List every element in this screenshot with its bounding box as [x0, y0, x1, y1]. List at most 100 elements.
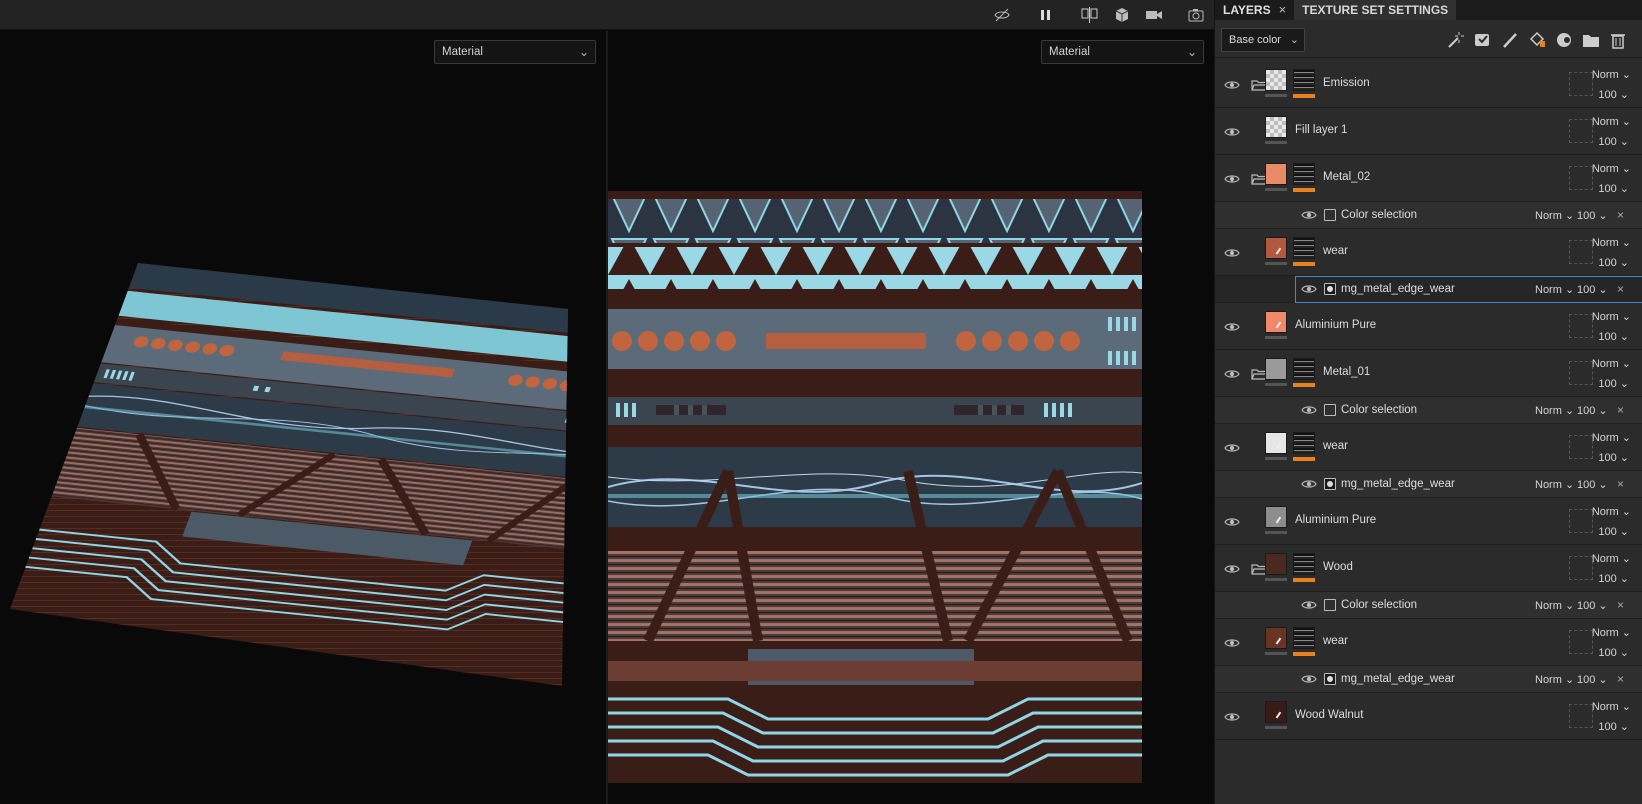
opacity-dropdown[interactable]: 100 ⌄: [1598, 256, 1629, 269]
layer-row[interactable]: Metal_02 Norm ⌄ 100 ⌄: [1215, 155, 1642, 202]
layer-name[interactable]: Aluminium Pure: [1295, 319, 1376, 331]
layer-row[interactable]: Wood Walnut Norm ⌄ 100 ⌄: [1215, 693, 1642, 740]
layer-material-thumbnail[interactable]: [1265, 237, 1287, 259]
blend-mode-dropdown[interactable]: Norm ⌄: [1535, 673, 1574, 686]
opacity-dropdown[interactable]: 100 ⌄: [1577, 478, 1608, 491]
layer-name[interactable]: Wood: [1323, 561, 1353, 573]
layer-mask-thumbnail[interactable]: [1293, 69, 1315, 91]
layer-name[interactable]: Fill layer 1: [1295, 124, 1347, 136]
blend-mode-dropdown[interactable]: Norm ⌄: [1592, 552, 1631, 565]
layer-mask-thumbnail[interactable]: [1293, 553, 1315, 575]
layer-mask-slot[interactable]: [1569, 240, 1593, 264]
layer-material-thumbnail[interactable]: [1265, 627, 1287, 649]
layer-material-thumbnail[interactable]: [1265, 116, 1287, 138]
layer-row[interactable]: Emission Norm ⌄ 100 ⌄: [1215, 61, 1642, 108]
effect-name[interactable]: Color selection: [1341, 404, 1417, 416]
visibility-eye-icon[interactable]: [1224, 79, 1240, 91]
opacity-dropdown[interactable]: 100 ⌄: [1598, 88, 1629, 101]
visibility-eye-icon[interactable]: [1224, 173, 1240, 185]
layer-material-thumbnail[interactable]: [1265, 69, 1287, 91]
layer-row[interactable]: Metal_01 Norm ⌄ 100 ⌄: [1215, 350, 1642, 397]
visibility-eye-icon[interactable]: [1224, 247, 1240, 259]
smart-mask-icon[interactable]: [1471, 29, 1493, 51]
channel-select-left[interactable]: Material ⌄: [434, 40, 596, 64]
blend-mode-dropdown[interactable]: Norm ⌄: [1592, 626, 1631, 639]
visibility-eye-icon[interactable]: [1301, 209, 1317, 221]
layer-name[interactable]: Metal_02: [1323, 171, 1370, 183]
channel-select-right[interactable]: Material ⌄: [1041, 40, 1204, 64]
blend-mode-dropdown[interactable]: Norm ⌄: [1592, 357, 1631, 370]
blend-mode-dropdown[interactable]: Norm ⌄: [1535, 599, 1574, 612]
layer-mask-thumbnail[interactable]: [1293, 163, 1315, 185]
layer-name[interactable]: wear: [1323, 635, 1348, 647]
effect-name[interactable]: mg_metal_edge_wear: [1341, 283, 1455, 295]
close-icon[interactable]: ×: [1617, 208, 1624, 222]
screenshot-icon[interactable]: [1186, 5, 1206, 25]
brush-icon[interactable]: [1499, 29, 1521, 51]
layer-name[interactable]: Emission: [1323, 77, 1370, 89]
visibility-eye-icon[interactable]: [1224, 711, 1240, 723]
layer-row[interactable]: Fill layer 1 Norm ⌄ 100 ⌄: [1215, 108, 1642, 155]
opacity-dropdown[interactable]: 100 ⌄: [1577, 404, 1608, 417]
layer-row[interactable]: wear Norm ⌄ 100 ⌄: [1215, 229, 1642, 276]
layer-row[interactable]: Aluminium Pure Norm ⌄ 100 ⌄: [1215, 498, 1642, 545]
blend-mode-dropdown[interactable]: Norm ⌄: [1535, 478, 1574, 491]
layer-effect-row[interactable]: Color selection Norm ⌄ 100 ⌄ ×: [1215, 397, 1642, 424]
layer-mask-thumbnail[interactable]: [1293, 432, 1315, 454]
opacity-dropdown[interactable]: 100 ⌄: [1577, 599, 1608, 612]
close-icon[interactable]: ×: [1279, 0, 1287, 20]
layer-material-thumbnail[interactable]: [1265, 553, 1287, 575]
close-icon[interactable]: ×: [1617, 403, 1624, 417]
folder-icon[interactable]: [1580, 29, 1602, 51]
layer-mask-slot[interactable]: [1569, 509, 1593, 533]
opacity-dropdown[interactable]: 100 ⌄: [1598, 646, 1629, 659]
layer-effect-row[interactable]: mg_metal_edge_wear Norm ⌄ 100 ⌄ ×: [1215, 276, 1642, 303]
opacity-dropdown[interactable]: 100 ⌄: [1577, 209, 1608, 222]
viewport-3d[interactable]: Material ⌄: [0, 31, 606, 804]
layer-row[interactable]: Aluminium Pure Norm ⌄ 100 ⌄: [1215, 303, 1642, 350]
opacity-dropdown[interactable]: 100 ⌄: [1577, 673, 1608, 686]
cube-icon[interactable]: [1112, 5, 1132, 25]
blend-mode-dropdown[interactable]: Norm ⌄: [1592, 310, 1631, 323]
layer-mask-slot[interactable]: [1569, 704, 1593, 728]
visibility-eye-icon[interactable]: [1224, 442, 1240, 454]
layer-mask-slot[interactable]: [1569, 630, 1593, 654]
layer-mask-thumbnail[interactable]: [1293, 237, 1315, 259]
blend-mode-dropdown[interactable]: Norm ⌄: [1535, 283, 1574, 296]
layer-effect-row[interactable]: Color selection Norm ⌄ 100 ⌄ ×: [1215, 592, 1642, 619]
close-icon[interactable]: ×: [1617, 282, 1624, 296]
trash-icon[interactable]: [1607, 29, 1629, 51]
blend-mode-dropdown[interactable]: Norm ⌄: [1592, 236, 1631, 249]
blend-mode-dropdown[interactable]: Norm ⌄: [1535, 209, 1574, 222]
visibility-eye-icon[interactable]: [1301, 599, 1317, 611]
hide-icon[interactable]: [992, 5, 1012, 25]
blend-mode-dropdown[interactable]: Norm ⌄: [1592, 162, 1631, 175]
layer-material-thumbnail[interactable]: [1265, 506, 1287, 528]
layer-material-thumbnail[interactable]: [1265, 701, 1287, 723]
layer-mask-slot[interactable]: [1569, 119, 1593, 143]
visibility-eye-icon[interactable]: [1224, 321, 1240, 333]
opacity-dropdown[interactable]: 100 ⌄: [1577, 283, 1608, 296]
blend-mode-dropdown[interactable]: Norm ⌄: [1592, 700, 1631, 713]
opacity-dropdown[interactable]: 100 ⌄: [1598, 330, 1629, 343]
close-icon[interactable]: ×: [1617, 477, 1624, 491]
pause-icon[interactable]: [1036, 5, 1056, 25]
layer-name[interactable]: wear: [1323, 245, 1348, 257]
layer-name[interactable]: Aluminium Pure: [1295, 514, 1376, 526]
opacity-dropdown[interactable]: 100 ⌄: [1598, 182, 1629, 195]
layer-mask-slot[interactable]: [1569, 72, 1593, 96]
blend-mode-dropdown[interactable]: Norm ⌄: [1592, 115, 1631, 128]
blend-mode-dropdown[interactable]: Norm ⌄: [1535, 404, 1574, 417]
layer-mask-slot[interactable]: [1569, 361, 1593, 385]
layer-effect-row[interactable]: mg_metal_edge_wear Norm ⌄ 100 ⌄ ×: [1215, 666, 1642, 693]
layer-mask-thumbnail[interactable]: [1293, 627, 1315, 649]
layer-material-thumbnail[interactable]: [1265, 432, 1287, 454]
opacity-dropdown[interactable]: 100 ⌄: [1598, 525, 1629, 538]
visibility-eye-icon[interactable]: [1301, 673, 1317, 685]
visibility-eye-icon[interactable]: [1224, 368, 1240, 380]
fill-icon[interactable]: [1526, 29, 1548, 51]
magic-wand-icon[interactable]: [1444, 29, 1466, 51]
layer-mask-slot[interactable]: [1569, 556, 1593, 580]
channel-dropdown[interactable]: Base color ⌄: [1221, 28, 1305, 52]
layer-row[interactable]: Wood Norm ⌄ 100 ⌄: [1215, 545, 1642, 592]
